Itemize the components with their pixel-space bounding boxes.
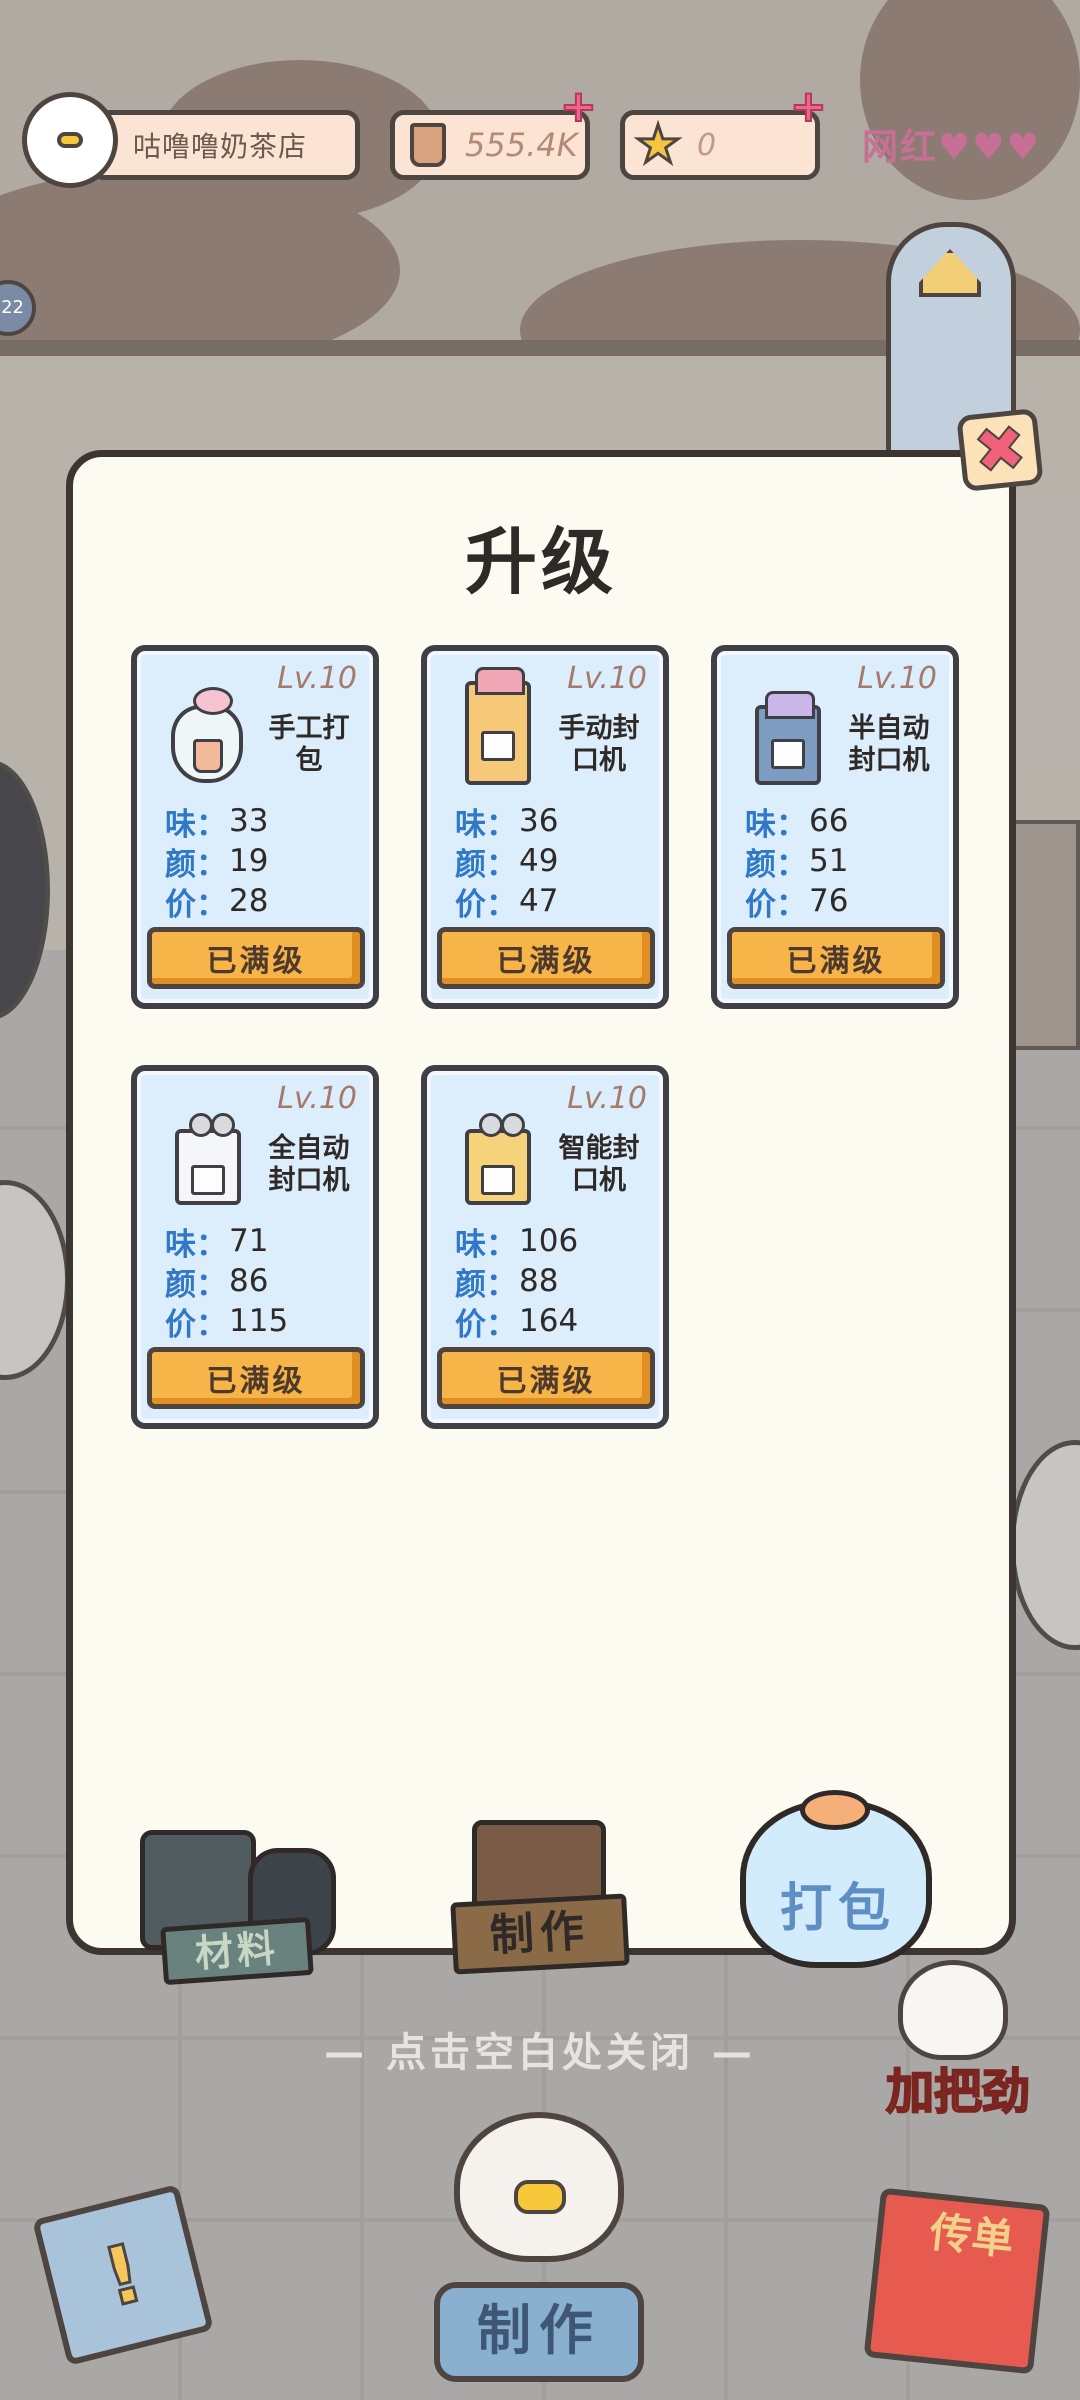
upgrade-card: Lv.10 手动封口机 味： 36 颜： 49 价： 47 已满级 (421, 645, 669, 1009)
stat-label-price: 价： (165, 1306, 227, 1343)
card-stats: 味： 71 颜： 86 价： 115 (165, 1221, 289, 1343)
card-level: Lv.10 (857, 661, 937, 696)
card-level: Lv.10 (567, 1081, 647, 1116)
upgrade-card: Lv.10 智能封口机 味： 106 颜： 88 价： 164 已满级 (421, 1065, 669, 1429)
tab-material[interactable]: 材料 (130, 1830, 350, 1986)
hand-bag-icon (167, 675, 245, 785)
cheer-label: 加把劲 (885, 2063, 1031, 2121)
card-stats: 味： 106 颜： 88 价： 164 (455, 1221, 579, 1343)
stat-label-look: 颜： (455, 846, 517, 883)
chick-icon (898, 1960, 1008, 2060)
stat-look: 19 (229, 843, 269, 879)
max-level-button[interactable]: 已满级 (147, 927, 365, 989)
stat-price: 28 (229, 883, 269, 919)
card-name: 全自动封口机 (268, 1133, 350, 1196)
side-badge-number: 22 (1, 297, 24, 318)
close-x-icon: ✖ (969, 409, 1030, 489)
player-avatar[interactable] (22, 92, 118, 188)
stat-look: 49 (519, 843, 559, 879)
max-level-button[interactable]: 已满级 (437, 927, 655, 989)
smart-sealer-icon (457, 1095, 535, 1205)
milk-tea-coin-icon (398, 115, 458, 175)
card-level: Lv.10 (277, 661, 357, 696)
stat-label-price: 价： (165, 886, 227, 923)
card-level: Lv.10 (277, 1081, 357, 1116)
stat-label-price: 价： (455, 1306, 517, 1343)
semi-auto-sealer-icon (747, 675, 825, 785)
stat-label-look: 颜： (455, 1266, 517, 1303)
duck-face-icon (514, 2180, 566, 2214)
hearts-icon: ♥♥♥ (938, 127, 1041, 168)
flyer-button[interactable]: 传单 (863, 2187, 1051, 2375)
card-name: 智能封口机 (558, 1133, 640, 1196)
stat-look: 86 (229, 1263, 269, 1299)
stat-price: 164 (519, 1303, 579, 1339)
stat-label-taste: 味： (455, 1226, 517, 1263)
top-hud: 咕噜噜奶茶店 555.4K + 0 ★ + 网红♥♥♥ (0, 0, 1080, 200)
stat-price: 47 (519, 883, 559, 919)
stat-label-taste: 味： (745, 806, 807, 843)
card-stats: 味： 33 颜： 19 价： 28 (165, 801, 269, 923)
stat-label-taste: 味： (165, 1226, 227, 1263)
tab-pack-label: 打包 (779, 1879, 896, 1939)
card-stats: 味： 36 颜： 49 价： 47 (455, 801, 559, 923)
stat-taste: 33 (229, 803, 269, 839)
stat-price: 115 (229, 1303, 289, 1339)
stat-label-look: 颜： (165, 846, 227, 883)
make-button-label: 制作 (434, 2282, 644, 2382)
card-name: 半自动封口机 (848, 713, 930, 776)
card-name: 手工打包 (268, 713, 350, 776)
tab-pack[interactable]: 打包 (740, 1790, 936, 1970)
star-icon: ★ (633, 115, 683, 175)
max-level-button[interactable]: 已满级 (727, 927, 945, 989)
card-level: Lv.10 (567, 661, 647, 696)
influencer-badge[interactable]: 网红♥♥♥ (862, 118, 1041, 170)
close-button[interactable]: ✖ (956, 408, 1044, 492)
stat-taste: 71 (229, 1223, 269, 1259)
shop-name-pill[interactable]: 咕噜噜奶茶店 (90, 110, 360, 180)
stat-label-taste: 味： (455, 806, 517, 843)
stat-label-price: 价： (745, 886, 807, 923)
tab-make-label: 制作 (450, 1893, 630, 1975)
stat-label-look: 颜： (745, 846, 807, 883)
add-coins-plus-icon[interactable]: + (559, 84, 598, 130)
stat-taste: 36 (519, 803, 559, 839)
star-amount: 0 (697, 127, 717, 163)
shop-name: 咕噜噜奶茶店 (133, 130, 308, 163)
exclamation-icon: ! (93, 2224, 154, 2326)
bag-knot-icon (800, 1790, 870, 1830)
stat-look: 51 (809, 843, 849, 879)
tab-make[interactable]: 制作 (448, 1790, 632, 1980)
tab-material-label: 材料 (160, 1916, 314, 1986)
stat-label-price: 价： (455, 886, 517, 923)
influencer-label: 网红 (862, 127, 939, 168)
upgrade-modal: 升级 Lv.10 手工打包 味： 33 颜： 19 价： 28 已满级 Lv.10 手… (66, 450, 1016, 1955)
upgrade-card: Lv.10 手工打包 味： 33 颜： 19 价： 28 已满级 (131, 645, 379, 1009)
stat-price: 76 (809, 883, 849, 919)
full-auto-sealer-icon (167, 1095, 245, 1205)
card-stats: 味： 66 颜： 51 价： 76 (745, 801, 849, 923)
manual-sealer-icon (457, 667, 535, 785)
add-stars-plus-icon[interactable]: + (789, 84, 828, 130)
max-level-button[interactable]: 已满级 (147, 1347, 365, 1409)
make-main-button[interactable]: 制作 (404, 2112, 674, 2398)
upgrade-card: Lv.10 全自动封口机 味： 71 颜： 86 价： 115 已满级 (131, 1065, 379, 1429)
modal-title: 升级 (464, 520, 617, 604)
stat-look: 88 (519, 1263, 559, 1299)
cheer-button[interactable]: 加把劲 (858, 1960, 1058, 2121)
duck-avatar-icon (57, 132, 83, 148)
stat-label-look: 颜： (165, 1266, 227, 1303)
flyer-label: 传单 (927, 2207, 1017, 2265)
stat-taste: 106 (519, 1223, 579, 1259)
card-name: 手动封口机 (558, 713, 640, 776)
stat-taste: 66 (809, 803, 849, 839)
upgrade-card: Lv.10 半自动封口机 味： 66 颜： 51 价： 76 已满级 (711, 645, 959, 1009)
max-level-button[interactable]: 已满级 (437, 1347, 655, 1409)
stat-label-taste: 味： (165, 806, 227, 843)
